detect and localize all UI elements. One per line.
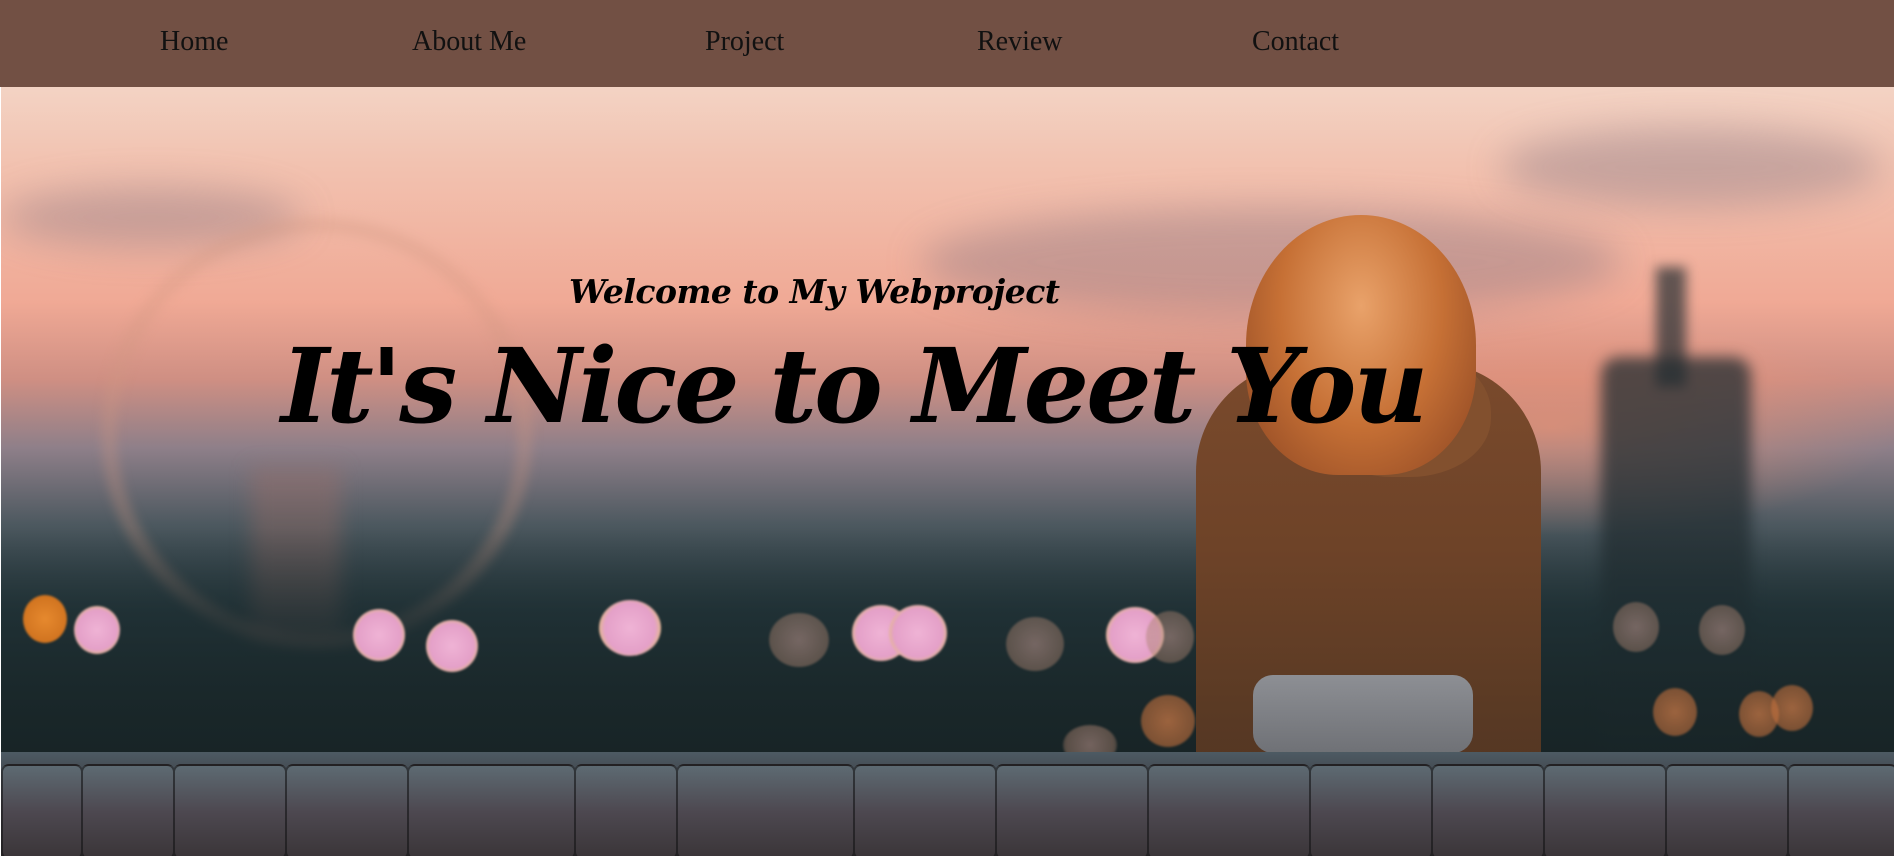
wall-stone — [1309, 764, 1433, 856]
bokeh-light — [1006, 617, 1064, 671]
bokeh-light — [353, 609, 405, 661]
wall-stone — [1543, 764, 1667, 856]
bokeh-light — [1146, 611, 1194, 663]
nav-item-home[interactable]: Home — [160, 28, 228, 56]
stone-wall — [1, 752, 1894, 856]
wall-stone — [1665, 764, 1789, 856]
wall-stone — [407, 764, 576, 856]
wall-stone — [1787, 764, 1894, 856]
wall-stone — [995, 764, 1149, 856]
navbar: Home About Me Project Review Contact — [0, 0, 1894, 87]
treeline — [1, 527, 1894, 787]
wall-stone — [285, 764, 409, 856]
bokeh-light — [769, 613, 829, 667]
hero-section: Welcome to My Webproject It's Nice to Me… — [1, 87, 1894, 856]
bokeh-light — [1771, 685, 1813, 731]
bokeh-light — [1141, 695, 1195, 747]
bokeh-light — [23, 595, 67, 643]
bokeh-light — [426, 620, 478, 672]
wall-stone — [853, 764, 997, 856]
bokeh-light — [599, 600, 661, 656]
nav-item-review[interactable]: Review — [977, 28, 1063, 56]
bokeh-light — [1653, 688, 1697, 736]
wall-stone — [574, 764, 678, 856]
nav-item-project[interactable]: Project — [705, 28, 784, 56]
bokeh-light — [74, 606, 120, 654]
wall-stone — [676, 764, 855, 856]
hero-headline: It's Nice to Meet You — [281, 326, 1428, 447]
bokeh-light — [1699, 605, 1745, 655]
wall-stone — [1431, 764, 1545, 856]
cloud — [1501, 127, 1881, 207]
woman-legs — [1253, 675, 1473, 753]
bokeh-light — [889, 605, 947, 661]
wall-stone — [81, 764, 175, 856]
wall-stone — [173, 764, 287, 856]
wall-stone — [1147, 764, 1311, 856]
hero-background-image — [1, 87, 1894, 856]
nav-item-contact[interactable]: Contact — [1252, 28, 1339, 56]
nav-item-about-me[interactable]: About Me — [412, 28, 526, 56]
hero-subtitle: Welcome to My Webproject — [569, 272, 1060, 311]
bokeh-light — [1613, 602, 1659, 652]
wall-stone — [1, 764, 83, 856]
